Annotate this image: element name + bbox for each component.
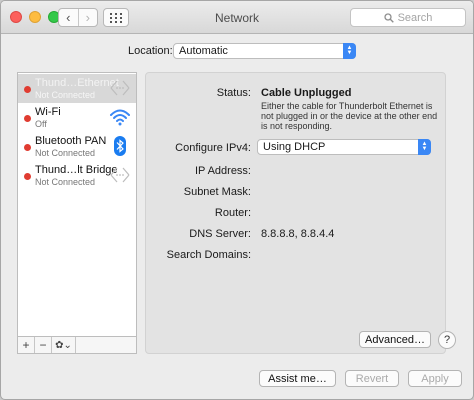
service-status: Not Connected bbox=[35, 90, 96, 100]
service-list-controls: + − ✿⌄ bbox=[17, 337, 137, 354]
service-item-thunderbolt-bridge[interactable]: Thund…lt Bridge Not Connected bbox=[18, 161, 136, 190]
configure-ipv4-value: Using DHCP bbox=[263, 141, 326, 153]
assist-me-button[interactable]: Assist me… bbox=[259, 370, 336, 387]
service-list: Thund…Ethernet Not Connected Wi-Fi Off B… bbox=[17, 72, 137, 337]
configure-ipv4-popup[interactable]: Using DHCP ▲ ▼ bbox=[257, 139, 431, 155]
dns-server-value: 8.8.8.8, 8.8.4.4 bbox=[261, 228, 335, 240]
wifi-icon bbox=[110, 109, 130, 126]
location-label: Location: bbox=[128, 45, 173, 57]
status-dot-icon bbox=[24, 144, 31, 151]
popup-arrows-icon: ▲ ▼ bbox=[343, 43, 356, 59]
service-status: Not Connected bbox=[35, 148, 96, 158]
help-button[interactable]: ? bbox=[438, 331, 456, 349]
service-item-thunderbolt-ethernet[interactable]: Thund…Ethernet Not Connected bbox=[18, 74, 136, 103]
service-name: Thund…Ethernet bbox=[35, 77, 119, 89]
revert-button[interactable]: Revert bbox=[345, 370, 399, 387]
dns-server-label: DNS Server: bbox=[189, 228, 251, 240]
configure-ipv4-label: Configure IPv4: bbox=[175, 142, 251, 154]
status-label: Status: bbox=[216, 87, 251, 99]
service-name: Bluetooth PAN bbox=[35, 135, 107, 147]
bluetooth-icon bbox=[114, 136, 126, 156]
service-name: Thund…lt Bridge bbox=[35, 164, 118, 176]
remove-service-button[interactable]: − bbox=[35, 337, 52, 353]
status-value: Cable Unplugged bbox=[261, 87, 352, 99]
search-icon bbox=[383, 12, 394, 23]
apply-button[interactable]: Apply bbox=[408, 370, 462, 387]
search-field[interactable]: Search bbox=[350, 8, 466, 27]
status-dot-icon bbox=[24, 173, 31, 180]
add-service-button[interactable]: + bbox=[18, 337, 35, 353]
service-item-bluetooth-pan[interactable]: Bluetooth PAN Not Connected bbox=[18, 132, 136, 161]
service-name: Wi-Fi bbox=[35, 106, 61, 118]
service-status: Off bbox=[35, 119, 47, 129]
service-status: Not Connected bbox=[35, 177, 96, 187]
search-domains-label: Search Domains: bbox=[166, 249, 251, 261]
popup-arrows-icon: ▲ ▼ bbox=[418, 139, 431, 155]
ethernet-icon bbox=[110, 80, 130, 96]
network-window: ‹ › Network Search Location: Automatic ▲… bbox=[0, 0, 474, 400]
ip-address-label: IP Address: bbox=[194, 165, 251, 177]
status-description: Either the cable for Thunderbolt Etherne… bbox=[261, 101, 438, 131]
search-placeholder: Search bbox=[397, 11, 433, 24]
ethernet-icon bbox=[110, 167, 130, 183]
service-actions-gear-button[interactable]: ✿⌄ bbox=[52, 337, 76, 353]
subnet-mask-label: Subnet Mask: bbox=[183, 186, 251, 198]
location-value: Automatic bbox=[179, 45, 228, 57]
status-dot-icon bbox=[24, 86, 31, 93]
router-label: Router: bbox=[214, 207, 251, 219]
advanced-button[interactable]: Advanced… bbox=[359, 331, 431, 348]
title-bar: ‹ › Network Search bbox=[1, 1, 473, 34]
location-popup[interactable]: Automatic ▲ ▼ bbox=[173, 43, 356, 59]
service-item-wifi[interactable]: Wi-Fi Off bbox=[18, 103, 136, 132]
status-dot-icon bbox=[24, 115, 31, 122]
